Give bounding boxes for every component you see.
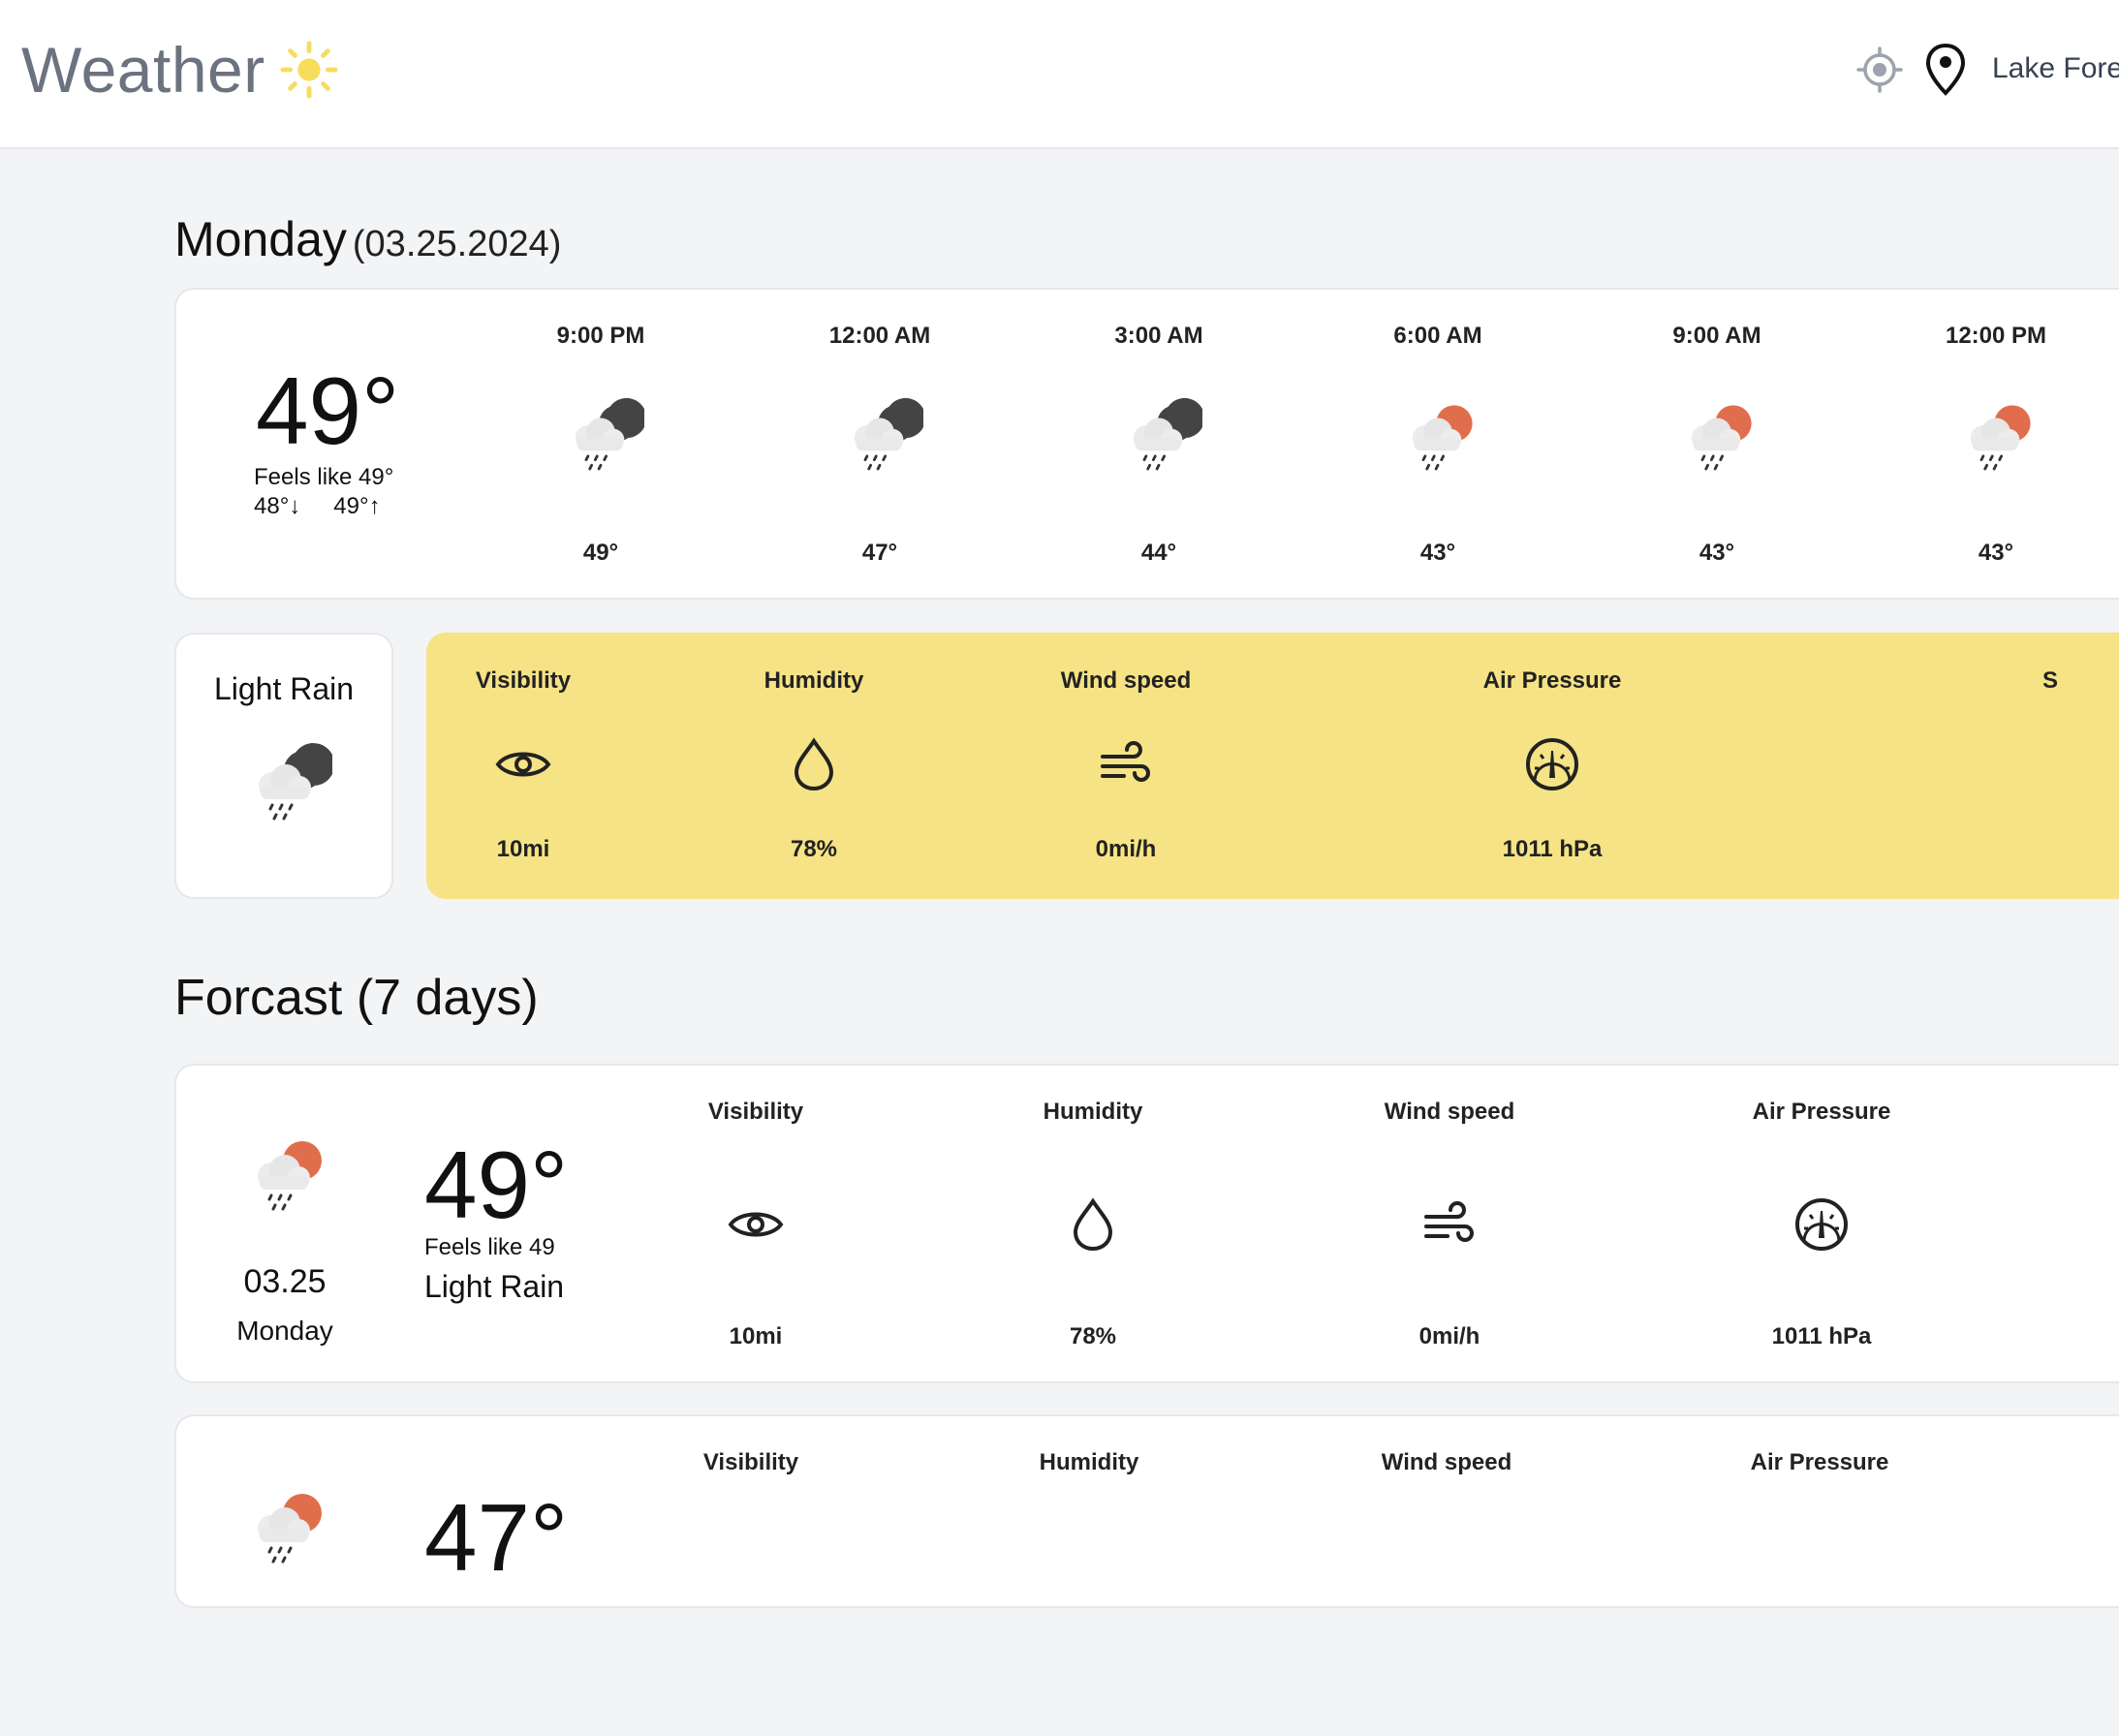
hour-temp: 49° bbox=[582, 540, 619, 566]
forecast-condition: Light Rain bbox=[424, 1269, 565, 1304]
hourly-item: 6:00 AM 43° bbox=[1351, 290, 1525, 600]
condition-card: Light Rain bbox=[174, 633, 393, 899]
forecast-date: 03.25 bbox=[243, 1263, 327, 1300]
hourly-item: 12:00 PM 43° bbox=[1909, 290, 2083, 600]
eye-icon bbox=[728, 1212, 784, 1237]
stat-value: 10mi bbox=[729, 1323, 783, 1349]
stat-value: 1011 hPa bbox=[1771, 1323, 1872, 1349]
wind-icon bbox=[1424, 1201, 1474, 1242]
hour-temp: 44° bbox=[1140, 540, 1177, 566]
stat-pressure: Air Pressure 1011 hPa bbox=[1426, 633, 1678, 899]
stat-value: 78% bbox=[790, 836, 838, 862]
stat-label: Air Pressure bbox=[1750, 1449, 1889, 1475]
feels-like: Feels like 49° bbox=[254, 464, 394, 490]
stat-humidity: Humidity bbox=[963, 1416, 1215, 1736]
hourly-item: 12:00 AM 47° bbox=[793, 290, 967, 600]
rain-day-icon bbox=[1394, 396, 1481, 483]
forecast-title: Forcast (7 days) bbox=[174, 970, 539, 1026]
forecast-weekday: Monday bbox=[236, 1316, 333, 1346]
stat-pressure: Air Pressure bbox=[1694, 1416, 1946, 1736]
gauge-icon bbox=[1526, 738, 1578, 790]
sun-icon bbox=[280, 41, 338, 99]
stat-pressure: Air Pressure 1011 hPa bbox=[1696, 1066, 1948, 1385]
day-title: Monday (03.25.2024) bbox=[174, 211, 561, 267]
rain-night-icon bbox=[836, 396, 923, 483]
stat-wind: Wind speed bbox=[1321, 1416, 1573, 1736]
hour-time: 6:00 AM bbox=[1393, 323, 1482, 349]
stat-humidity: Humidity 78% bbox=[688, 633, 940, 899]
rain-day-icon bbox=[1673, 396, 1761, 483]
stat-label: S bbox=[2041, 667, 2058, 694]
stat-label: Air Pressure bbox=[1482, 667, 1622, 694]
rain-night-icon bbox=[239, 741, 332, 834]
stat-visibility: Visibility 10mi bbox=[630, 1066, 882, 1385]
hourly-item: 9:00 AM 43° bbox=[1630, 290, 1804, 600]
forecast-feels-like: Feels like 49 bbox=[424, 1234, 555, 1260]
app-header: Weather Lake Fores bbox=[0, 0, 2119, 149]
stat-label: Visibility bbox=[707, 1099, 804, 1125]
forecast-day-card[interactable]: 03.25 Monday 49° Feels like 49 Light Rai… bbox=[174, 1064, 2119, 1383]
stat-label: Humidity bbox=[763, 667, 864, 694]
forecast-day-card[interactable]: 47° Visibility Humidity Wind speed Air P… bbox=[174, 1414, 2119, 1608]
wind-icon bbox=[1101, 741, 1150, 782]
current-temperature: 49° bbox=[256, 357, 400, 464]
stat-humidity: Humidity 78% bbox=[967, 1066, 1219, 1385]
hour-temp: 43° bbox=[1419, 540, 1456, 566]
brand: Weather bbox=[21, 33, 339, 107]
stat-value: 0mi/h bbox=[1418, 1323, 1480, 1349]
forecast-temp: 47° bbox=[424, 1484, 569, 1591]
stat-visibility: Visibility 10mi bbox=[397, 633, 649, 899]
stats-panel: Visibility 10mi Humidity 78% Wind speed … bbox=[426, 633, 2119, 899]
rain-day-icon bbox=[238, 1484, 331, 1577]
day-date: (03.25.2024) bbox=[352, 224, 562, 264]
stat-partial: S bbox=[1924, 633, 2119, 899]
app-title: Weather bbox=[21, 34, 265, 106]
stat-label: Air Pressure bbox=[1752, 1099, 1891, 1125]
stat-label: Humidity bbox=[1043, 1099, 1143, 1125]
temp-low: 48°↓ bbox=[254, 493, 301, 519]
stat-label: Wind speed bbox=[1381, 1449, 1512, 1475]
stat-value: 1011 hPa bbox=[1502, 836, 1603, 862]
hour-temp: 43° bbox=[1698, 540, 1735, 566]
hour-temp: 43° bbox=[1978, 540, 2014, 566]
rain-night-icon bbox=[557, 396, 644, 483]
droplet-icon bbox=[1073, 1197, 1113, 1252]
stat-wind: Wind speed 0mi/h bbox=[1324, 1066, 1575, 1385]
droplet-icon bbox=[794, 737, 834, 791]
current-location-icon[interactable] bbox=[1856, 46, 1903, 93]
hour-time: 9:00 PM bbox=[556, 323, 645, 349]
condition-label: Light Rain bbox=[213, 671, 355, 706]
min-max: 48°↓ 49°↑ bbox=[254, 493, 414, 520]
stat-label: Visibility bbox=[702, 1449, 799, 1475]
rain-day-icon bbox=[1952, 396, 2040, 483]
stat-label: Visibility bbox=[475, 667, 572, 694]
temp-high: 49°↑ bbox=[333, 493, 381, 519]
hour-time: 3:00 AM bbox=[1114, 323, 1203, 349]
gauge-icon bbox=[1795, 1198, 1848, 1251]
eye-icon bbox=[495, 752, 551, 777]
hour-time: 9:00 AM bbox=[1672, 323, 1761, 349]
stat-visibility: Visibility bbox=[625, 1416, 877, 1736]
location-pin-icon[interactable] bbox=[1924, 43, 1967, 97]
forecast-temp: 49° bbox=[424, 1132, 569, 1238]
hour-temp: 47° bbox=[861, 540, 898, 566]
stat-value: 10mi bbox=[496, 836, 550, 862]
rain-night-icon bbox=[1115, 396, 1202, 483]
hourly-item: 9:00 PM 49° bbox=[514, 290, 688, 600]
stat-value: 0mi/h bbox=[1095, 836, 1157, 862]
stat-label: Humidity bbox=[1039, 1449, 1139, 1475]
day-name: Monday bbox=[174, 212, 347, 266]
hourly-item: 3:00 AM 44° bbox=[1072, 290, 1246, 600]
hour-time: 12:00 AM bbox=[828, 323, 931, 349]
stat-value: 78% bbox=[1069, 1323, 1117, 1349]
location-name[interactable]: Lake Fores bbox=[1992, 52, 2119, 85]
stat-wind: Wind speed 0mi/h bbox=[1000, 633, 1252, 899]
stat-label: Wind speed bbox=[1384, 1099, 1515, 1125]
hour-time: 12:00 PM bbox=[1945, 323, 2047, 349]
rain-day-icon bbox=[238, 1132, 331, 1224]
hourly-card: 49° Feels like 49° 48°↓ 49°↑ 9:00 PM 49° … bbox=[174, 288, 2119, 600]
stat-label: Wind speed bbox=[1060, 667, 1192, 694]
